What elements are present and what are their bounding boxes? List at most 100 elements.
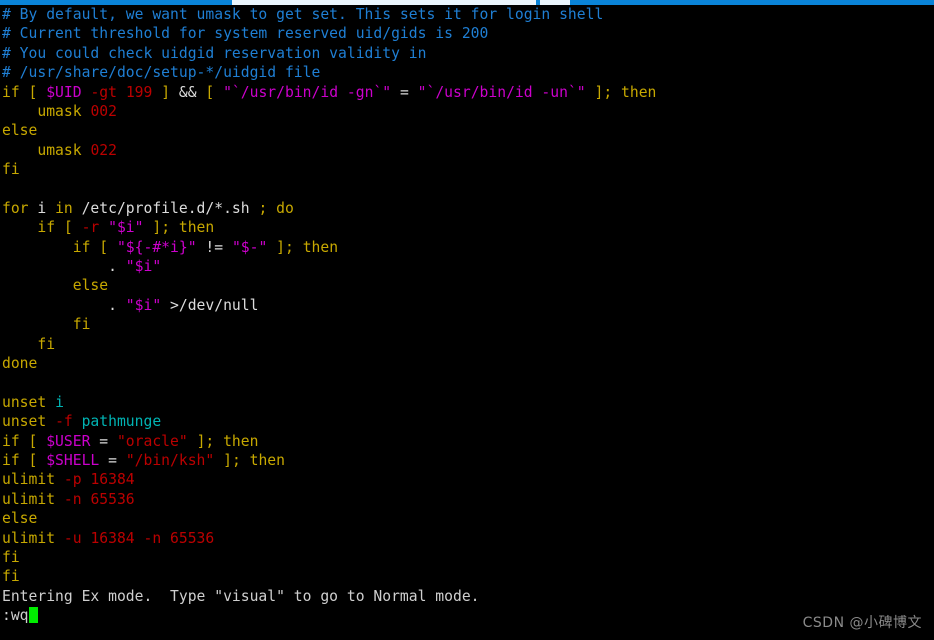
- code-span: [46, 394, 55, 411]
- code-span: [46, 200, 55, 217]
- code-span: # Current threshold for system reserved …: [2, 25, 489, 43]
- code-span: [37, 84, 46, 101]
- code-span: then: [249, 451, 285, 469]
- code-span: 002: [90, 102, 117, 120]
- code-span: [90, 239, 99, 256]
- prompt-text: :wq: [2, 607, 29, 625]
- code-span: pathmunge: [81, 413, 162, 431]
- code-span: ;: [161, 219, 171, 237]
- code-span: 022: [90, 141, 117, 159]
- code-span: "`/usr/bin/id -un`": [417, 83, 586, 101]
- code-span: ]: [161, 83, 171, 101]
- code-span: [46, 413, 55, 430]
- code-span: [267, 239, 276, 256]
- code-span: [2, 277, 73, 294]
- code-span: "$-": [231, 238, 268, 256]
- code-span: else: [2, 510, 38, 528]
- code-span: [170, 219, 179, 236]
- code-span: [2, 316, 73, 333]
- code-span: if: [2, 83, 20, 101]
- code-span: [170, 84, 179, 101]
- terminal-line: else: [0, 276, 934, 295]
- code-span: [: [99, 238, 109, 256]
- terminal-line: umask 022: [0, 141, 934, 160]
- code-span: [409, 84, 418, 101]
- code-span: 65536: [170, 529, 215, 547]
- code-span: [214, 452, 223, 469]
- code-span: [188, 433, 197, 450]
- code-span: [2, 239, 73, 256]
- terminal-line: umask 002: [0, 102, 934, 121]
- terminal-line: if [ "${-#*i}" != "$-" ]; then: [0, 238, 934, 257]
- code-span: umask: [2, 102, 91, 120]
- code-span: fi: [2, 568, 20, 586]
- code-span: >/dev/null: [161, 296, 259, 314]
- code-span: $UID: [46, 83, 82, 101]
- code-span: ;: [258, 199, 268, 217]
- terminal-line: for i in /etc/profile.d/*.sh ; do: [0, 199, 934, 218]
- code-span: ]: [152, 219, 162, 237]
- code-span: for: [2, 199, 29, 217]
- code-span: do: [276, 199, 294, 217]
- code-span: [37, 433, 46, 450]
- code-span: [73, 219, 82, 236]
- terminal-line: fi: [0, 548, 934, 567]
- code-span: [99, 219, 108, 236]
- terminal-prompt-line[interactable]: :wq: [0, 606, 934, 625]
- terminal-line: # You could check uidgid reservation val…: [0, 44, 934, 63]
- terminal-line: unset -f pathmunge: [0, 412, 934, 431]
- terminal-line: ulimit -u 16384 -n 65536: [0, 529, 934, 548]
- code-span: [55, 471, 64, 488]
- code-span: [: [205, 83, 215, 101]
- code-span: !=: [205, 238, 224, 256]
- terminal-line: if [ -r "$i" ]; then: [0, 218, 934, 237]
- code-span: ;: [603, 83, 613, 101]
- code-span: then: [178, 219, 215, 237]
- code-span: ;: [231, 451, 241, 469]
- terminal-line: fi: [0, 335, 934, 354]
- terminal-screen[interactable]: # By default, we want umask to get set. …: [0, 5, 934, 640]
- code-span: $SHELL: [46, 451, 100, 469]
- code-span: then: [302, 238, 339, 256]
- code-span: =: [108, 451, 117, 469]
- terminal-line: . "$i": [0, 257, 934, 276]
- code-span: -n: [63, 490, 82, 508]
- code-span: [267, 200, 276, 217]
- code-span: i: [37, 199, 47, 217]
- code-span: # By default, we want umask to get set. …: [2, 6, 604, 23]
- code-span: ;: [205, 432, 215, 450]
- code-span: -f: [55, 413, 73, 431]
- terminal-line: . "$i" >/dev/null: [0, 296, 934, 315]
- code-span: [223, 239, 232, 256]
- terminal-line: done: [0, 354, 934, 373]
- code-span: [161, 530, 170, 547]
- code-span: in: [55, 199, 73, 217]
- code-span: ulimit: [2, 471, 56, 489]
- code-span: /etc/profile.d/*.sh: [72, 199, 259, 217]
- code-span: "$i": [108, 219, 144, 237]
- code-span: [55, 530, 64, 547]
- code-span: ;: [285, 238, 294, 256]
- code-span: i: [55, 393, 64, 411]
- code-span: [108, 239, 117, 256]
- code-span: [294, 239, 303, 256]
- code-span: if: [2, 432, 20, 450]
- terminal-line: if [ $USER = "oracle" ]; then: [0, 432, 934, 451]
- code-span: [214, 433, 223, 450]
- code-span: done: [2, 355, 38, 373]
- code-span: [: [63, 219, 73, 237]
- code-span: [90, 433, 99, 450]
- code-span: ]: [276, 238, 285, 256]
- code-span: if: [2, 451, 20, 469]
- code-span: -p: [63, 471, 82, 489]
- code-span: "oracle": [116, 432, 188, 450]
- code-span: # /usr/share/doc/setup-*/uidgid file: [2, 64, 321, 82]
- code-span: "/bin/ksh": [125, 451, 215, 469]
- code-span: $USER: [46, 432, 91, 450]
- terminal-line: fi: [0, 315, 934, 334]
- code-span: -n: [143, 529, 162, 547]
- code-span: [391, 84, 400, 101]
- code-span: [152, 84, 161, 101]
- terminal-line: else: [0, 121, 934, 140]
